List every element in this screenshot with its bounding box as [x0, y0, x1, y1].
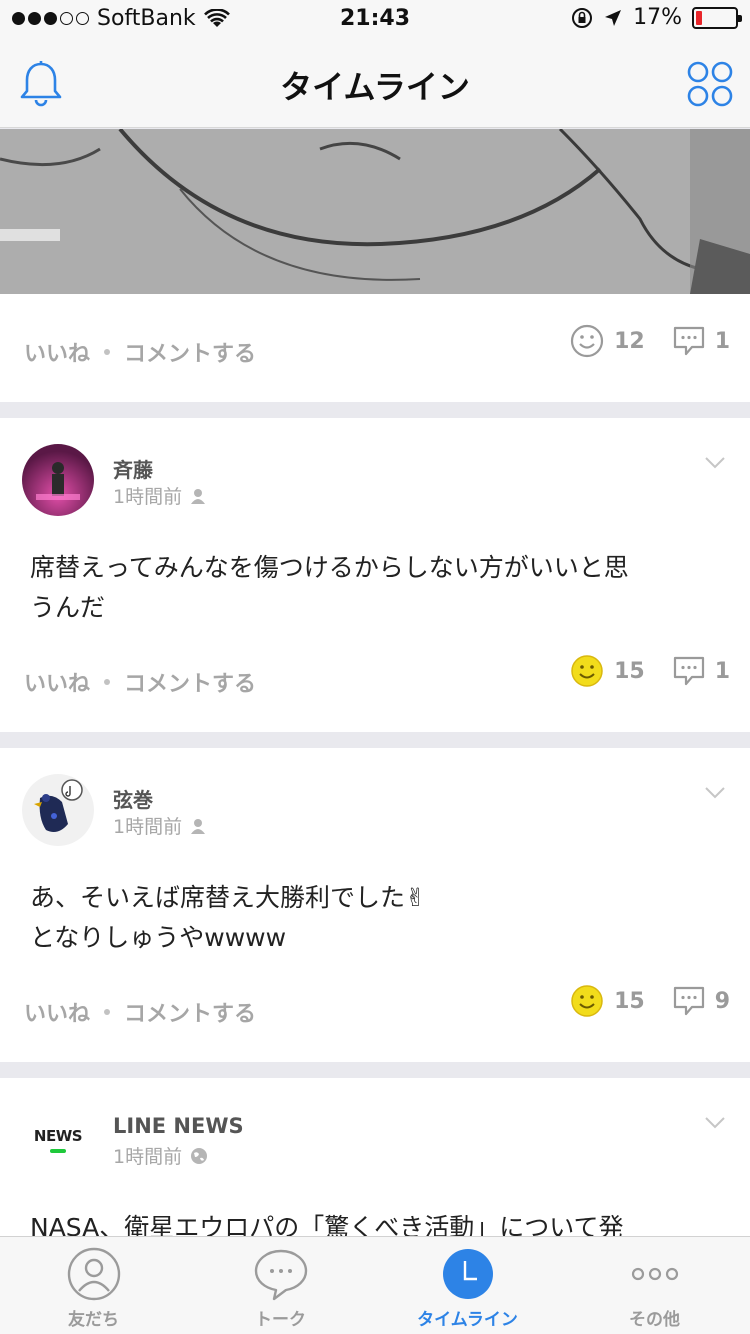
- post-actions: いいね コメントする 15 1: [0, 628, 750, 732]
- post-card: 斉藤 1時間前 席替えってみんなを傷つけるからしない方がいいと思 うんだ いいね…: [0, 418, 750, 732]
- app-header: タイムライン: [0, 40, 750, 128]
- card-separator: [0, 1062, 750, 1078]
- post-author[interactable]: 弦巻: [113, 784, 153, 813]
- status-bar: SoftBank 21:43 17%: [0, 0, 750, 40]
- tab-label: トーク: [255, 1310, 306, 1330]
- post-text-line: うんだ: [30, 593, 106, 622]
- chevron-down-icon[interactable]: [704, 786, 726, 800]
- post-header: 斉藤 1時間前: [0, 418, 750, 530]
- chevron-down-icon[interactable]: [704, 1116, 726, 1130]
- chevron-down-icon[interactable]: [704, 456, 726, 470]
- post-actions: いいね コメントする 15 9: [0, 958, 750, 1062]
- comment-icon[interactable]: [673, 985, 705, 1017]
- post-text-line: 席替えってみんなを傷つけるからしない方がいいと思: [30, 553, 629, 582]
- tab-talk[interactable]: トーク: [187, 1237, 374, 1334]
- avatar[interactable]: NEWS: [22, 1104, 94, 1176]
- location-arrow-icon: [605, 9, 622, 26]
- smile-icon[interactable]: [570, 984, 604, 1018]
- smile-icon[interactable]: [570, 324, 604, 358]
- battery-percent: 17%: [633, 5, 682, 30]
- battery-level: [696, 10, 702, 25]
- post-card: いいね コメントする 12 1: [0, 129, 750, 402]
- rotation-lock-icon: [572, 7, 593, 28]
- post-text: NASA、衛星エウロパの「驚くべき活動」について発 表へ: [0, 1190, 750, 1236]
- chat-tab-icon: [254, 1249, 308, 1301]
- like-button[interactable]: いいね: [24, 996, 90, 1028]
- tab-friends[interactable]: 友だち: [0, 1237, 187, 1334]
- timeline-feed[interactable]: いいね コメントする 12 1 斉藤 1時間前 席替えってみんなを傷つけるからし…: [0, 129, 750, 1236]
- battery-icon: [692, 6, 742, 29]
- more-tab-icon: [631, 1267, 679, 1281]
- card-separator: [0, 402, 750, 418]
- post-time: 1時間前: [113, 816, 183, 838]
- separator-dot: [104, 349, 111, 355]
- card-separator: [0, 732, 750, 748]
- post-card: NEWS LINE NEWS 1時間前 NASA、衛星エウロパの「驚くべき活動」…: [0, 1078, 750, 1236]
- news-logo-bar: [50, 1149, 66, 1153]
- comment-button[interactable]: コメントする: [124, 996, 256, 1028]
- grid-icon[interactable]: [686, 60, 734, 108]
- separator-dot: [104, 1009, 111, 1015]
- post-time: 1時間前: [113, 486, 183, 508]
- avatar[interactable]: [22, 774, 94, 846]
- comment-count: 1: [714, 328, 730, 354]
- tab-label: その他: [629, 1310, 680, 1330]
- like-count: 15: [614, 988, 645, 1014]
- post-text: あ、そいえば席替え大勝利でした✌ となりしゅうやwwww: [0, 860, 750, 958]
- news-logo: NEWS: [33, 1127, 83, 1145]
- timeline-tab-icon: [443, 1249, 493, 1299]
- comment-button[interactable]: コメントする: [124, 666, 256, 698]
- tab-label: タイムライン: [417, 1310, 518, 1330]
- tab-timeline[interactable]: タイムライン: [374, 1237, 561, 1334]
- post-header: NEWS LINE NEWS 1時間前: [0, 1078, 750, 1190]
- friends-tab-icon: [67, 1247, 121, 1301]
- avatar[interactable]: [22, 444, 94, 516]
- separator-dot: [104, 679, 111, 685]
- like-count: 15: [614, 658, 645, 684]
- friends-icon: [191, 488, 206, 504]
- post-card: 弦巻 1時間前 あ、そいえば席替え大勝利でした✌ となりしゅうやwwww いいね…: [0, 748, 750, 1062]
- like-count: 12: [614, 328, 645, 354]
- post-image[interactable]: [0, 129, 750, 294]
- status-right: 17%: [571, 5, 742, 30]
- post-text-line: NASA、衛星エウロパの「驚くべき活動」について発: [30, 1213, 624, 1236]
- comment-icon[interactable]: [673, 655, 705, 687]
- post-header: 弦巻 1時間前: [0, 748, 750, 860]
- friends-icon: [191, 818, 206, 834]
- globe-icon: [191, 1147, 208, 1164]
- post-author[interactable]: 斉藤: [113, 454, 153, 483]
- post-text-line: あ、そいえば席替え大勝利でした✌: [30, 883, 426, 912]
- tab-more[interactable]: その他: [561, 1237, 748, 1334]
- like-button[interactable]: いいね: [24, 666, 90, 698]
- tab-bar: 友だち トーク タイムライン その他: [0, 1236, 750, 1334]
- post-time: 1時間前: [113, 1146, 183, 1168]
- page-title: タイムライン: [280, 68, 470, 106]
- tab-label: 友だち: [68, 1310, 119, 1330]
- comment-button[interactable]: コメントする: [124, 336, 256, 368]
- post-actions: いいね コメントする 12 1: [0, 298, 750, 402]
- comment-icon[interactable]: [673, 325, 705, 357]
- comment-count: 1: [714, 658, 730, 684]
- smile-icon[interactable]: [570, 654, 604, 688]
- post-text: 席替えってみんなを傷つけるからしない方がいいと思 うんだ: [0, 530, 750, 628]
- post-author[interactable]: LINE NEWS: [113, 1114, 244, 1138]
- like-button[interactable]: いいね: [24, 336, 90, 368]
- comment-count: 9: [714, 988, 730, 1014]
- post-text-line: となりしゅうやwwww: [30, 923, 287, 952]
